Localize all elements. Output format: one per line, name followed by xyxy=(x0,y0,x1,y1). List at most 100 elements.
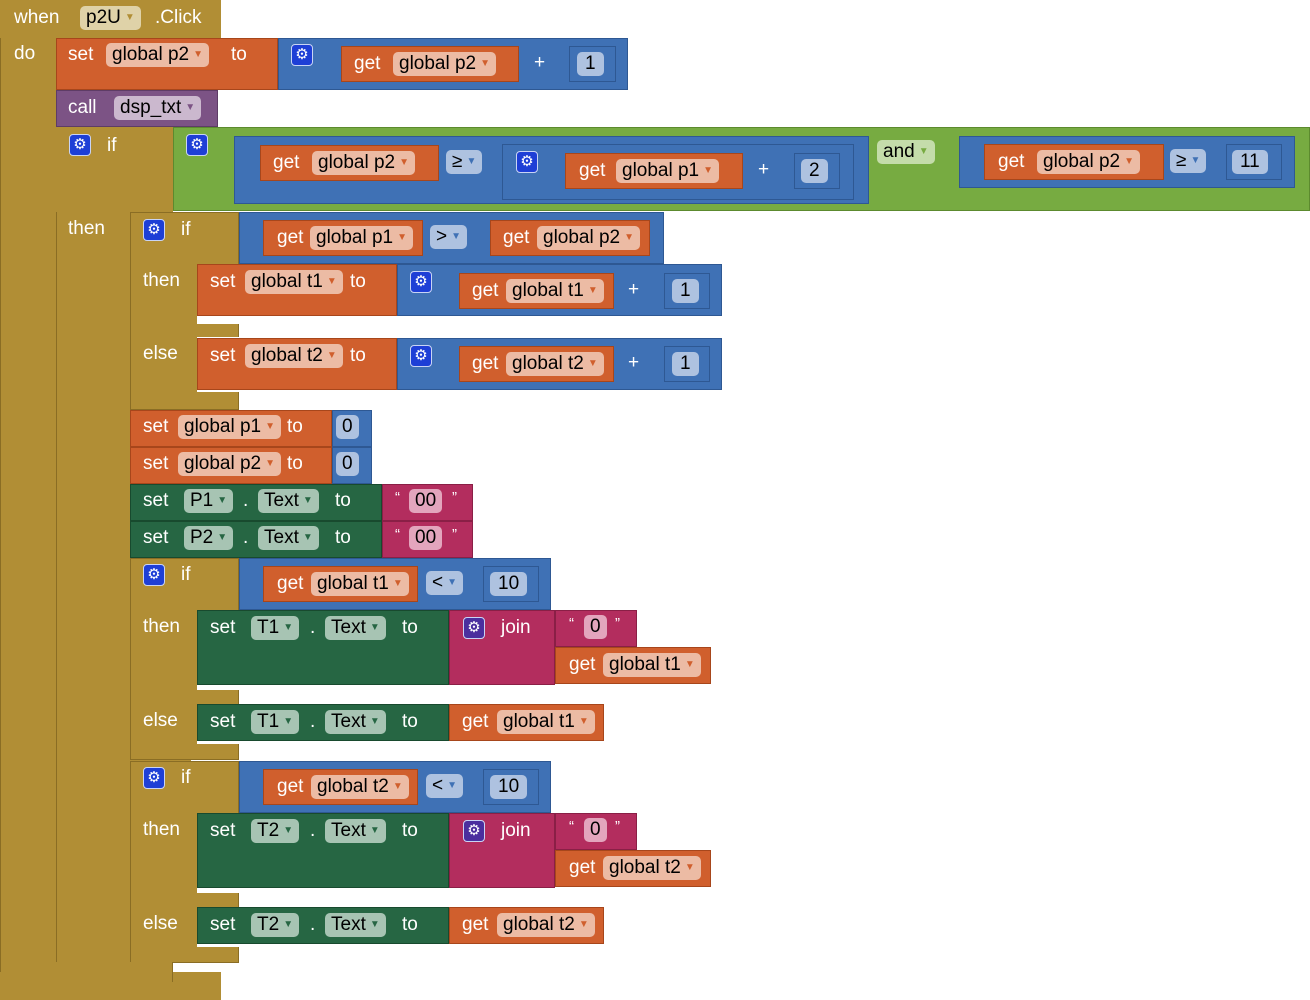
property-dropdown[interactable]: Text ▼ xyxy=(325,819,386,843)
number-value[interactable]: 1 xyxy=(672,279,699,303)
component-dropdown[interactable]: P1 ▼ xyxy=(184,489,234,513)
number-value[interactable]: 1 xyxy=(577,52,604,76)
get-label: get xyxy=(503,227,530,248)
component-dropdown[interactable]: T2 ▼ xyxy=(251,913,300,937)
variable-dropdown[interactable]: global p2 ▼ xyxy=(178,452,282,476)
operator-dropdown[interactable]: ≥ ▼ xyxy=(446,150,483,174)
string-value[interactable]: 0 xyxy=(584,818,607,842)
variable-dropdown[interactable]: global t2 ▼ xyxy=(245,344,343,368)
variable-dropdown[interactable]: global t2 ▼ xyxy=(497,913,595,937)
gear-icon[interactable]: ⚙ xyxy=(291,44,313,66)
gear-icon[interactable]: ⚙ xyxy=(143,219,165,241)
triangle-down-icon: ▼ xyxy=(369,825,380,836)
variable-dropdown[interactable]: global p1 ▼ xyxy=(310,226,414,250)
triangle-down-icon: ▼ xyxy=(578,919,589,930)
operator: ≥ xyxy=(1176,150,1187,172)
number-value[interactable]: 2 xyxy=(801,159,828,183)
component-dropdown[interactable]: T1 ▼ xyxy=(251,710,300,734)
property-dropdown[interactable]: Text ▼ xyxy=(325,616,386,640)
component-dropdown[interactable]: T2 ▼ xyxy=(251,819,300,843)
if-label: if xyxy=(181,564,191,585)
triangle-down-icon: ▼ xyxy=(326,276,337,287)
string-value[interactable]: 00 xyxy=(409,489,443,513)
else-label: else xyxy=(143,343,178,364)
gear-icon[interactable]: ⚙ xyxy=(143,564,165,586)
gear-icon[interactable]: ⚙ xyxy=(143,767,165,789)
triangle-down-icon: ▼ xyxy=(624,232,635,243)
operator: ≥ xyxy=(452,151,463,173)
variable-dropdown[interactable]: global p1 ▼ xyxy=(178,415,282,439)
variable-dropdown[interactable]: global t1 ▼ xyxy=(497,710,595,734)
if-label: if xyxy=(181,219,191,240)
procedure-dropdown[interactable]: dsp_txt ▼ xyxy=(114,96,202,120)
variable-dropdown[interactable]: global p2 ▼ xyxy=(393,52,497,76)
variable-dropdown[interactable]: global p2 ▼ xyxy=(312,151,416,175)
gear-icon[interactable]: ⚙ xyxy=(516,151,538,173)
number-value[interactable]: 10 xyxy=(490,775,528,799)
number-value[interactable]: 0 xyxy=(336,415,359,439)
open-quote: “ xyxy=(569,818,574,835)
variable-dropdown[interactable]: global p2 ▼ xyxy=(1037,150,1141,174)
gear-icon[interactable]: ⚙ xyxy=(410,345,432,367)
to-label: to xyxy=(350,271,366,292)
operator-dropdown[interactable]: ≥ ▼ xyxy=(1170,149,1207,173)
property-dropdown[interactable]: Text ▼ xyxy=(258,489,319,513)
variable-dropdown[interactable]: global t1 ▼ xyxy=(506,279,604,303)
var-name: global p2 xyxy=(112,44,190,66)
gear-icon[interactable]: ⚙ xyxy=(186,134,208,156)
operator-dropdown[interactable]: > ▼ xyxy=(430,225,468,249)
gear-icon[interactable]: ⚙ xyxy=(463,820,485,842)
string-value[interactable]: 0 xyxy=(584,615,607,639)
get-label: get xyxy=(579,160,606,181)
number-value[interactable]: 0 xyxy=(336,452,359,476)
dot-label: . xyxy=(310,820,316,841)
gear-icon[interactable]: ⚙ xyxy=(69,134,91,156)
variable-dropdown[interactable]: global t1 ▼ xyxy=(603,653,701,677)
plus-label: + xyxy=(534,52,546,73)
variable-dropdown[interactable]: global t1 ▼ xyxy=(311,572,409,596)
logic-op-dropdown[interactable]: and ▼ xyxy=(877,140,935,164)
gear-icon[interactable]: ⚙ xyxy=(463,617,485,639)
set-label: set xyxy=(143,527,169,548)
var-name: global t1 xyxy=(251,271,323,293)
number-value[interactable]: 1 xyxy=(672,352,699,376)
operator-dropdown[interactable]: < ▼ xyxy=(426,571,464,595)
property-dropdown[interactable]: Text ▼ xyxy=(325,913,386,937)
variable-dropdown[interactable]: global t1 ▼ xyxy=(245,270,343,294)
set-label: set xyxy=(210,271,236,292)
variable-dropdown[interactable]: global t2 ▼ xyxy=(311,775,409,799)
variable-dropdown[interactable]: global p2 ▼ xyxy=(537,226,641,250)
number-value[interactable]: 11 xyxy=(1232,150,1268,174)
triangle-down-icon: ▼ xyxy=(451,231,462,242)
component-dropdown[interactable]: P2 ▼ xyxy=(184,526,234,550)
string-value[interactable]: 00 xyxy=(409,526,443,550)
if-label: if xyxy=(181,767,191,788)
component-dropdown[interactable]: T1 ▼ xyxy=(251,616,300,640)
procedure-name: dsp_txt xyxy=(120,97,182,119)
property-name: Text xyxy=(331,617,366,639)
variable-dropdown[interactable]: global p1 ▼ xyxy=(616,159,720,183)
var-name: global p2 xyxy=(1043,151,1121,173)
variable-dropdown[interactable]: global t2 ▼ xyxy=(603,856,701,880)
set-label: set xyxy=(210,617,236,638)
to-label: to xyxy=(335,527,351,548)
variable-dropdown[interactable]: global t2 ▼ xyxy=(506,352,604,376)
var-name: global t2 xyxy=(251,345,323,367)
component-dropdown[interactable]: p2U ▼ xyxy=(80,6,141,30)
triangle-down-icon: ▼ xyxy=(578,716,589,727)
triangle-down-icon: ▼ xyxy=(283,919,294,930)
property-dropdown[interactable]: Text ▼ xyxy=(258,526,319,550)
property-dropdown[interactable]: Text ▼ xyxy=(325,710,386,734)
operator-dropdown[interactable]: < ▼ xyxy=(426,774,464,798)
var-name: global t2 xyxy=(503,914,575,936)
triangle-down-icon: ▼ xyxy=(217,532,228,543)
when-label: when xyxy=(14,7,60,28)
triangle-down-icon: ▼ xyxy=(918,146,929,157)
variable-dropdown[interactable]: global p2 ▼ xyxy=(106,43,210,67)
gear-icon[interactable]: ⚙ xyxy=(410,271,432,293)
open-quote: “ xyxy=(395,489,400,506)
get-label: get xyxy=(273,152,300,173)
then-label: then xyxy=(143,270,180,291)
number-value[interactable]: 10 xyxy=(490,572,528,596)
triangle-down-icon: ▼ xyxy=(217,495,228,506)
